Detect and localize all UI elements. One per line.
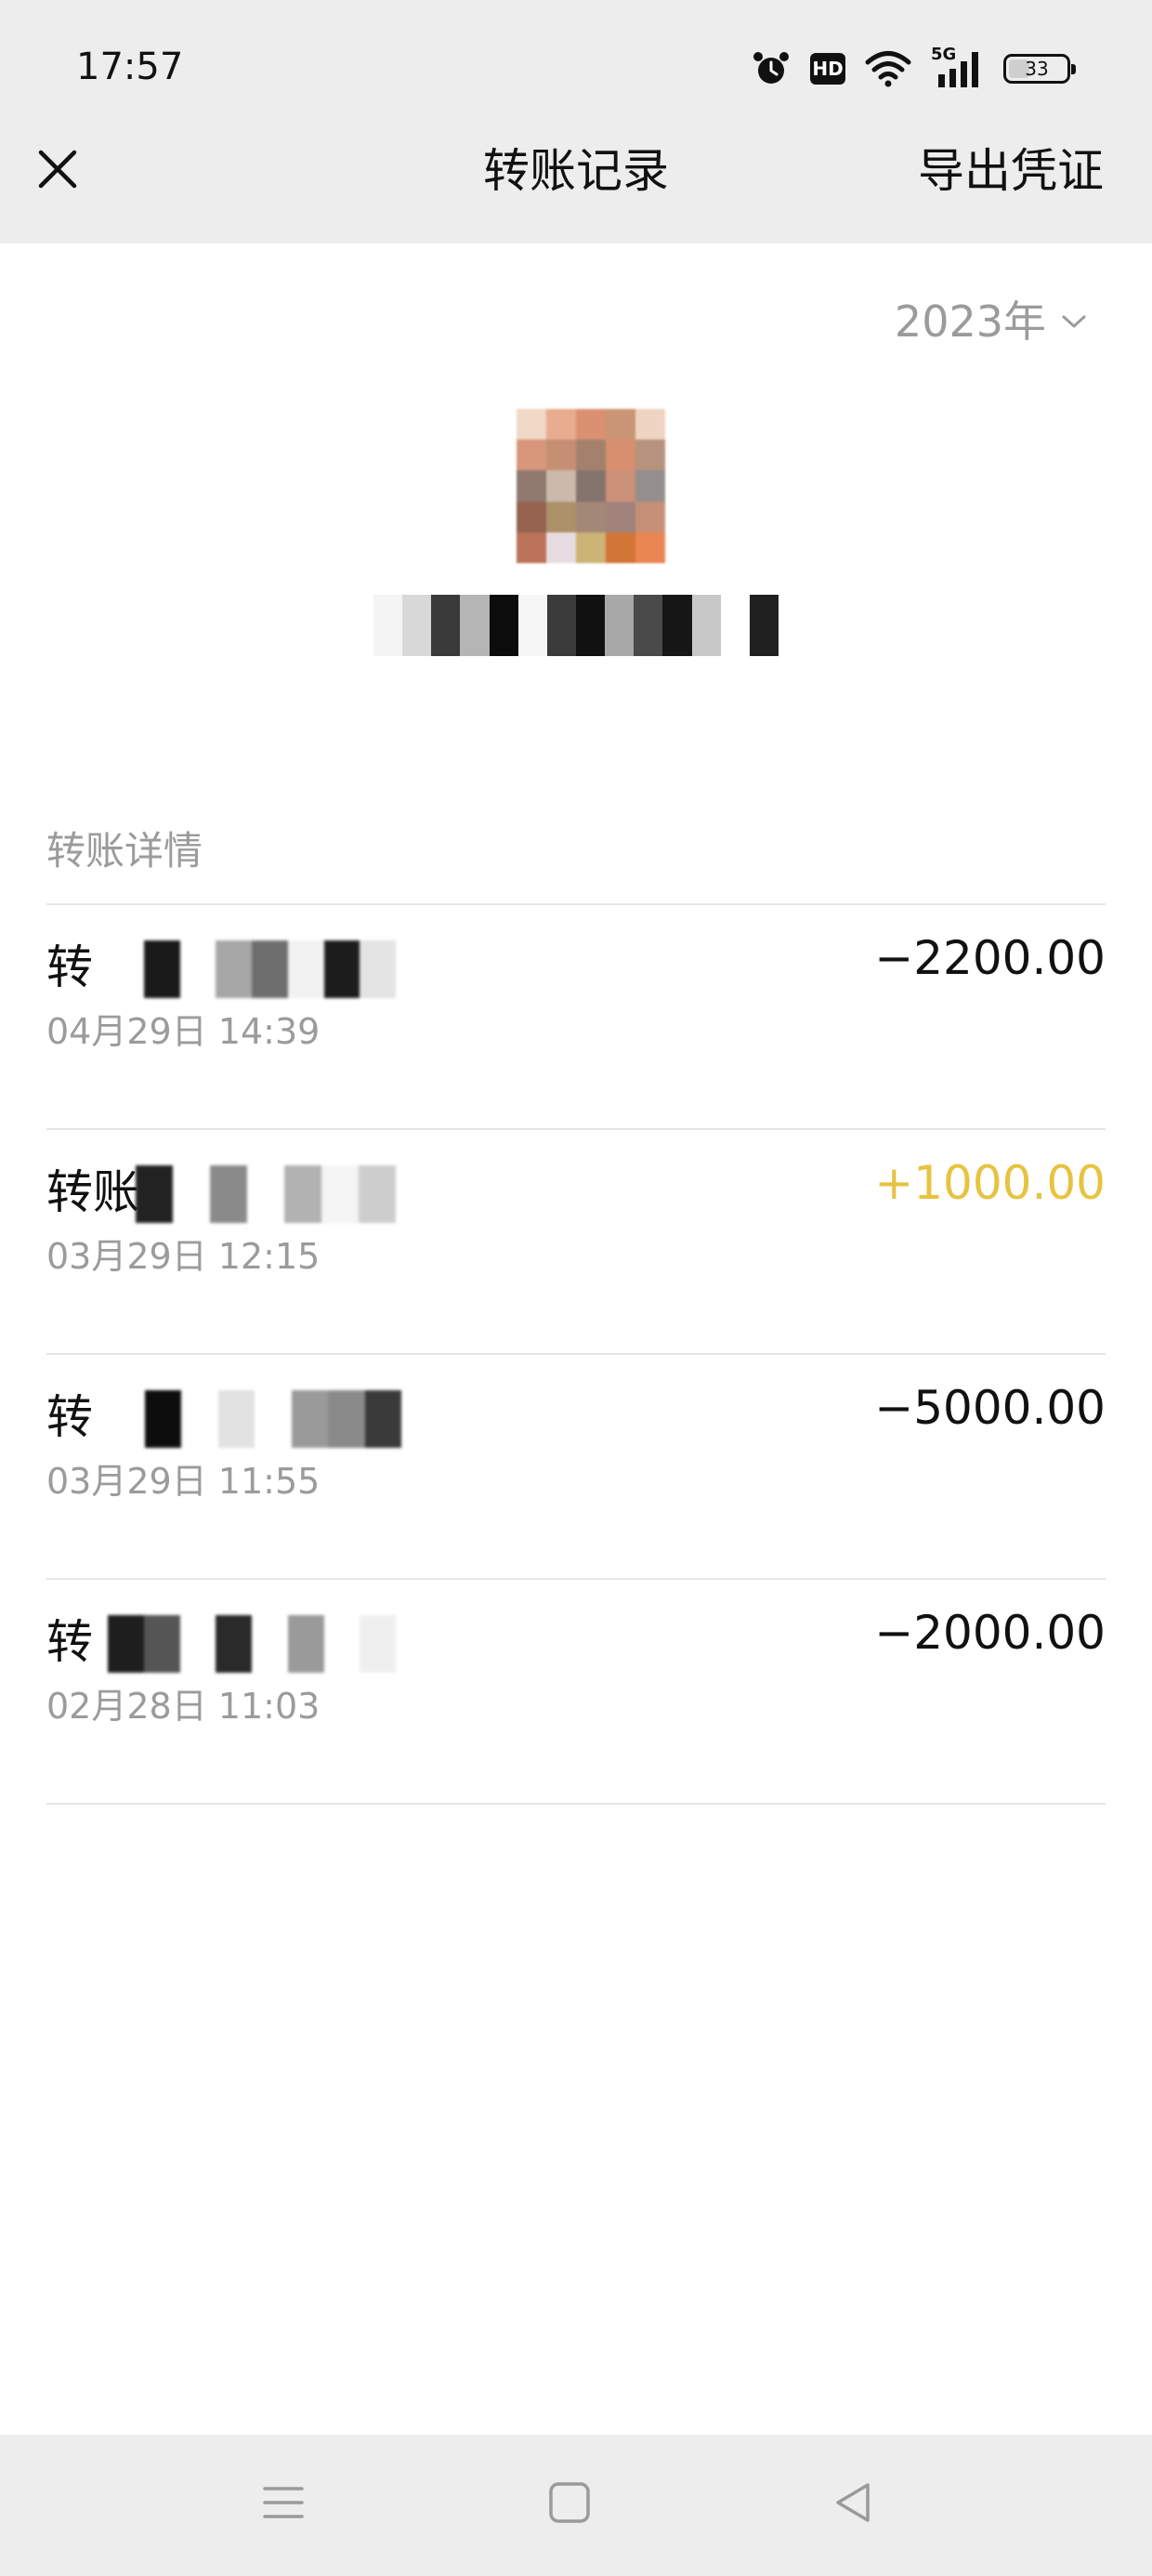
transaction-row[interactable]: 转 04月29日 14:39 −2200.00 <box>46 905 1106 1128</box>
alarm-icon <box>751 48 792 89</box>
transaction-time: 02月28日 11:03 <box>46 1686 321 1727</box>
transaction-row[interactable]: 转 02月28日 11:03 −2000.00 <box>46 1580 1106 1803</box>
transaction-title: 转 <box>46 940 93 994</box>
transaction-name-mask <box>108 1615 396 1673</box>
back-icon <box>836 2483 870 2522</box>
transaction-amount: −2000.00 <box>874 1606 1106 1660</box>
transaction-time: 03月29日 12:15 <box>46 1236 321 1277</box>
transaction-name-mask <box>108 940 396 998</box>
hd-icon: HD <box>810 53 845 85</box>
transaction-name-mask <box>136 1165 396 1223</box>
battery-icon: 33 <box>1003 54 1076 84</box>
year-selector[interactable]: 2023年 <box>895 296 1087 348</box>
transaction-time: 04月29日 14:39 <box>46 1011 321 1052</box>
back-button[interactable] <box>821 2470 886 2535</box>
transaction-name-mask <box>108 1390 401 1448</box>
status-icons: HD 5G 33 <box>751 43 1076 95</box>
home-icon <box>549 2482 590 2523</box>
wifi-icon <box>864 50 912 87</box>
top-bar: 17:57 HD 5G 33 转账记录 导出凭证 <box>0 0 1152 243</box>
contact-name <box>373 595 779 656</box>
system-nav-bar <box>0 2435 1152 2576</box>
section-title: 转账详情 <box>46 828 203 874</box>
chevron-down-icon <box>1062 315 1086 328</box>
status-time: 17:57 <box>76 46 184 88</box>
transaction-title: 转账 <box>46 1165 139 1219</box>
menu-button[interactable] <box>251 2470 316 2535</box>
home-button[interactable] <box>537 2470 602 2535</box>
avatar <box>517 409 665 563</box>
transaction-title: 转 <box>46 1390 93 1444</box>
menu-icon <box>263 2487 304 2518</box>
divider <box>46 1803 1106 1805</box>
transaction-title: 转 <box>46 1615 93 1669</box>
transaction-amount: −2200.00 <box>874 931 1106 985</box>
transaction-amount: −5000.00 <box>874 1381 1106 1435</box>
battery-level: 33 <box>1025 58 1049 80</box>
transaction-amount: +1000.00 <box>874 1156 1106 1210</box>
year-label: 2023年 <box>894 296 1046 347</box>
transaction-row[interactable]: 转账 03月29日 12:15 +1000.00 <box>46 1130 1106 1353</box>
5g-signal-icon: 5G <box>931 45 985 89</box>
transaction-time: 03月29日 11:55 <box>46 1461 321 1502</box>
transaction-row[interactable]: 转 03月29日 11:55 −5000.00 <box>46 1355 1106 1578</box>
export-voucher-button[interactable]: 导出凭证 <box>918 143 1104 199</box>
